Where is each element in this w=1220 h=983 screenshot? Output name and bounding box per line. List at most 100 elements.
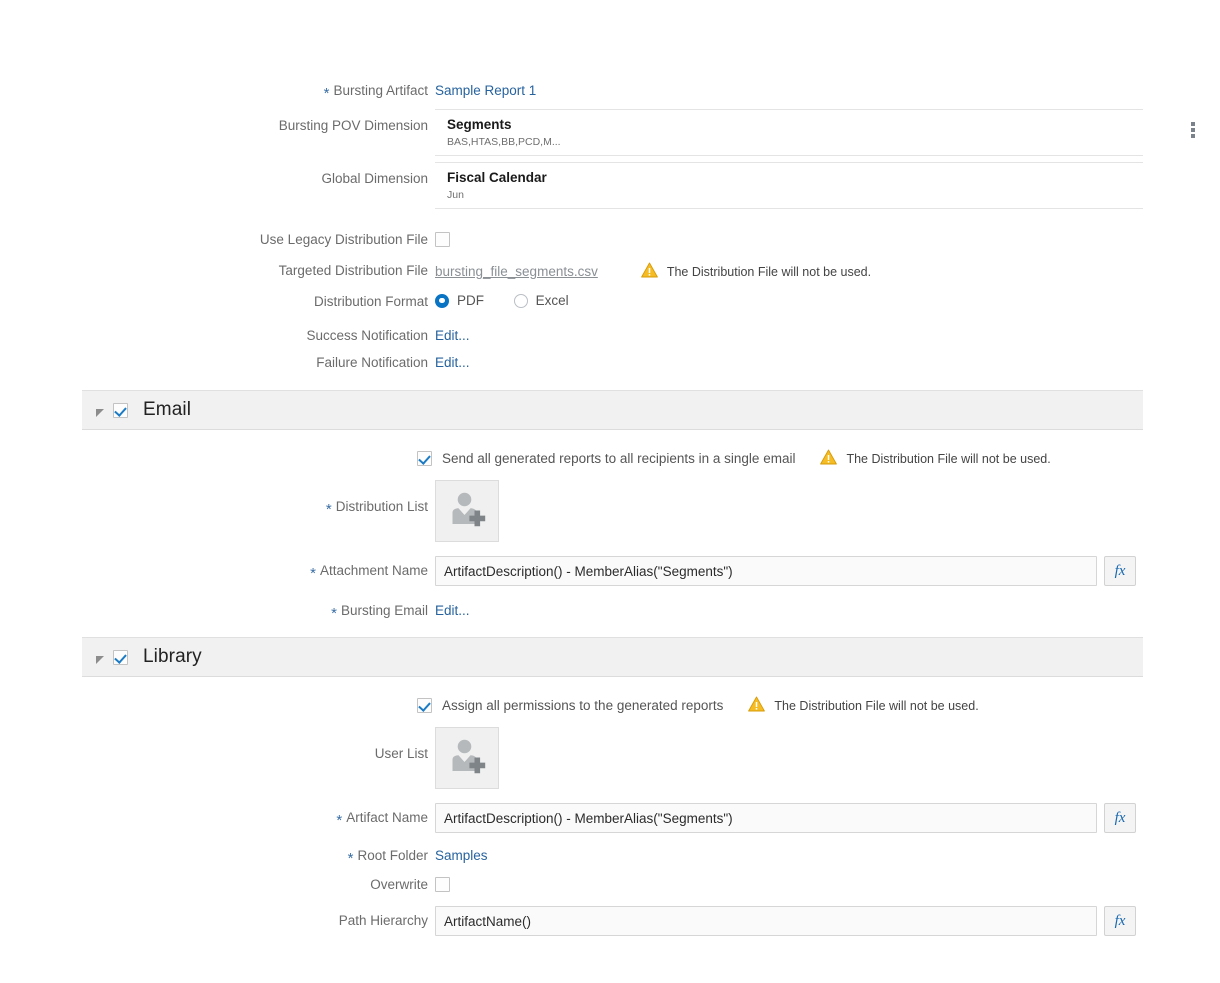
use-legacy-distribution-file-checkbox[interactable] [435,232,450,248]
value-artifact-name: fx [435,803,1220,833]
row-global-dimension: Global Dimension Fiscal Calendar Jun [0,162,1220,209]
required-asterisk: * [336,811,343,829]
value-targeted-distribution-file: bursting_file_segments.csv The Distribut… [435,262,1220,281]
row-attachment-name: *Attachment Name fx [0,556,1220,586]
assign-permissions-label: Assign all permissions to the generated … [442,698,724,713]
label-distribution-format: Distribution Format [313,294,428,309]
label-failure-notification: Failure Notification [316,355,428,370]
label-path-hierarchy: Path Hierarchy [338,913,428,928]
label-text: Artifact Name [346,810,428,825]
value-overwrite [435,876,1220,893]
attachment-name-input-wrap: fx [435,556,1136,586]
add-user-icon [447,738,487,779]
label-text: Bursting Artifact [333,83,428,98]
value-root-folder: Samples [435,847,1220,865]
path-hierarchy-input[interactable] [435,906,1097,936]
bursting-definition-form: * Bursting Artifact Sample Report 1 Burst… [0,0,1220,372]
distribution-list-picker-button[interactable] [435,480,499,542]
label-use-legacy-distribution-file: Use Legacy Distribution File [259,232,428,247]
section-header-email[interactable]: Email [82,390,1143,430]
label-root-folder: * Root Folder [0,847,435,866]
overwrite-checkbox[interactable] [435,877,450,893]
label-artifact-name: * Artifact Name [0,803,435,829]
more-vertical-icon[interactable] [1185,120,1201,140]
label-distribution-list: * Distribution List [0,480,435,518]
failure-notification-edit-link[interactable]: Edit... [435,355,470,370]
row-success-notification: Success Notification Edit... [0,327,1220,345]
radio-excel-control[interactable] [513,293,528,308]
success-notification-edit-link[interactable]: Edit... [435,328,470,343]
pov-dimension-title: Segments [447,117,512,132]
bursting-artifact-link[interactable]: Sample Report 1 [435,83,536,98]
value-success-notification: Edit... [435,327,1220,345]
global-dimension-title: Fiscal Calendar [447,170,547,185]
value-failure-notification: Edit... [435,354,1220,372]
artifact-name-fx-button[interactable]: fx [1104,803,1136,833]
library-distribution-file-warning: The Distribution File will not be used. [748,696,979,715]
value-distribution-list [435,480,1220,542]
label-pov-dimension: Bursting POV Dimension [278,118,428,133]
attachment-name-input[interactable] [435,556,1097,586]
row-assign-permissions: Assign all permissions to the generated … [0,696,1220,715]
warning-triangle-icon [640,262,658,281]
library-section-body: Assign all permissions to the generated … [0,696,1220,936]
pov-dimension-members: BAS,HTAS,BB,PCD,M... [447,136,561,148]
radio-excel[interactable]: Excel [513,293,569,308]
value-path-hierarchy: fx [435,906,1220,936]
required-asterisk: * [325,500,332,518]
row-path-hierarchy: Path Hierarchy fx [0,906,1220,936]
collapse-triangle-icon[interactable] [96,656,104,664]
email-section-checkbox[interactable] [113,402,128,418]
value-user-list [435,727,1220,789]
email-section-body: Send all generated reports to all recipi… [0,449,1220,622]
path-hierarchy-fx-button[interactable]: fx [1104,906,1136,936]
user-list-picker-button[interactable] [435,727,499,789]
label-success-notification: Success Notification [306,328,428,343]
required-asterisk: * [323,84,330,102]
warning-triangle-icon [820,449,838,468]
required-asterisk: * [310,564,316,582]
library-section-checkbox[interactable] [113,649,128,665]
label-bursting-email: * Bursting Email [0,602,435,622]
artifact-name-input[interactable] [435,803,1097,833]
global-dimension-members: Jun [447,189,464,201]
section-header-library[interactable]: Library [82,637,1143,677]
artifact-name-input-wrap: fx [435,803,1136,833]
value-use-legacy-distribution-file [435,231,1220,248]
assign-permissions-checkbox[interactable] [417,698,432,713]
row-failure-notification: Failure Notification Edit... [0,354,1220,372]
email-distribution-file-warning: The Distribution File will not be used. [820,449,1051,468]
radio-pdf-label: PDF [457,293,484,308]
warning-text: The Distribution File will not be used. [774,698,979,713]
label-bursting-artifact: * Bursting Artifact [0,82,435,102]
send-single-email-checkbox[interactable] [417,451,432,466]
warning-text: The Distribution File will not be used. [846,451,1051,466]
required-asterisk: * [331,604,337,622]
value-attachment-name: fx [435,556,1220,586]
send-single-email-option[interactable]: Send all generated reports to all recipi… [417,451,795,466]
radio-pdf-control[interactable] [435,293,449,308]
row-root-folder: * Root Folder Samples [0,847,1220,866]
bursting-email-edit-link[interactable]: Edit... [435,603,470,618]
collapse-triangle-icon[interactable] [96,409,104,417]
label-text: Root Folder [357,848,428,863]
attachment-name-fx-button[interactable]: fx [1104,556,1136,586]
row-targeted-distribution-file: Targeted Distribution File bursting_file… [0,262,1220,281]
label-text: Attachment Name [319,563,428,578]
row-artifact-name: *Artifact Name fx [0,803,1220,833]
row-distribution-list: * Distribution List [0,480,1220,542]
label-targeted-distribution-file: Targeted Distribution File [278,263,428,278]
row-distribution-format: Distribution Format PDF Excel [0,293,1220,311]
path-hierarchy-input-wrap: fx [435,906,1136,936]
label-overwrite: Overwrite [370,877,428,892]
value-global-dimension[interactable]: Fiscal Calendar Jun [435,162,1143,209]
row-send-single-email: Send all generated reports to all recipi… [0,449,1220,468]
label-global-dimension: Global Dimension [321,171,428,186]
value-pov-dimension[interactable]: Segments BAS,HTAS,BB,PCD,M... [435,109,1195,156]
targeted-distribution-file-link[interactable]: bursting_file_segments.csv [435,264,598,279]
assign-permissions-option[interactable]: Assign all permissions to the generated … [417,698,723,713]
value-bursting-artifact: Sample Report 1 [435,82,1220,100]
radio-pdf[interactable]: PDF [435,293,484,308]
row-use-legacy-distribution-file: Use Legacy Distribution File [0,231,1220,249]
root-folder-link[interactable]: Samples [435,848,488,863]
